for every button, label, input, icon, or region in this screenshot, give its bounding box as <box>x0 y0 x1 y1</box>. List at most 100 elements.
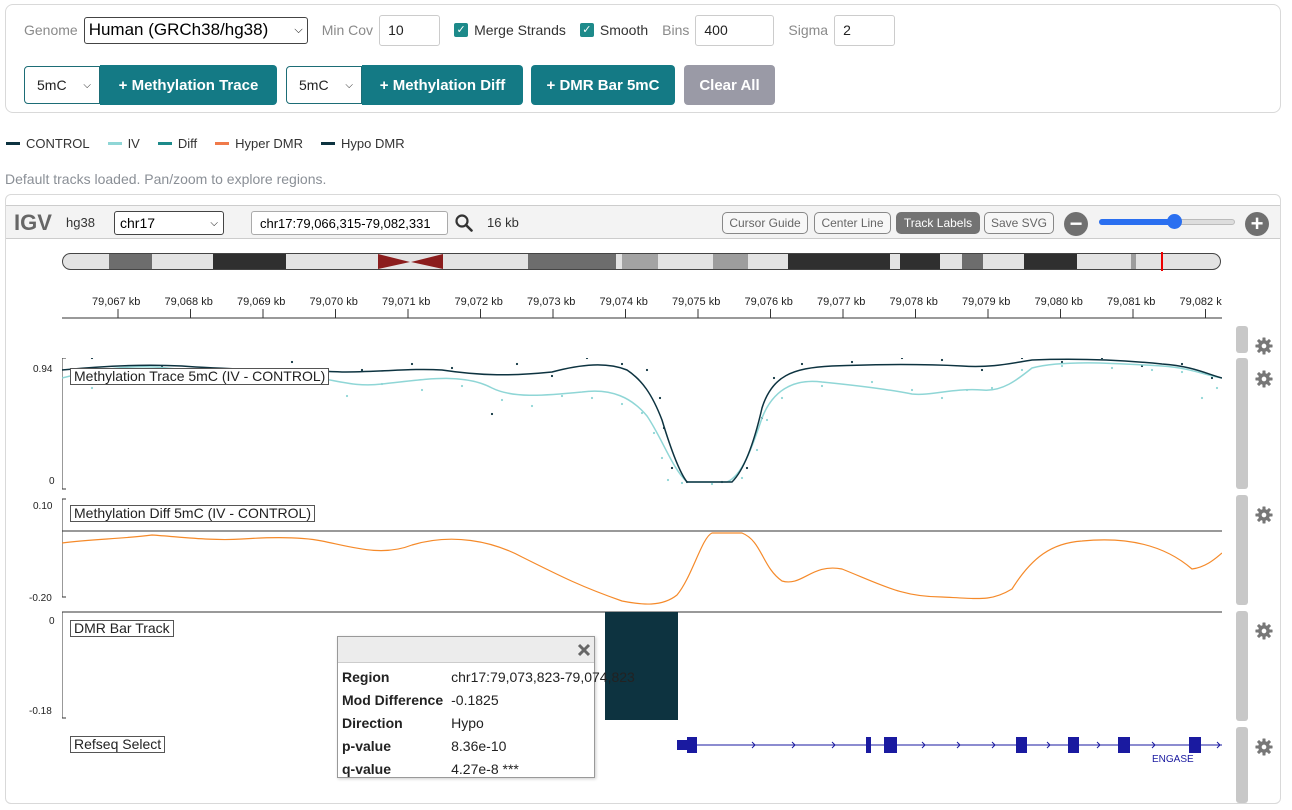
gear-icon[interactable] <box>1255 622 1273 640</box>
dmr-track-label[interactable]: DMR Bar Track <box>70 620 174 637</box>
ruler-tick-label: 79,081 kb <box>1107 296 1155 308</box>
diff-ymax: 0.10 <box>33 501 53 512</box>
ruler-tick-label: 79,069 kb <box>237 296 285 308</box>
popup-key: q-value <box>342 760 392 777</box>
popup-key: Direction <box>342 714 403 731</box>
legend-label: Hypo DMR <box>341 136 405 151</box>
legend-label: CONTROL <box>26 136 90 151</box>
ruler-tick-label: 79,070 kb <box>310 296 358 308</box>
legend-swatch <box>6 142 20 145</box>
legend-swatch <box>321 142 336 145</box>
diff-track-label[interactable]: Methylation Diff 5mC (IV - CONTROL) <box>70 505 316 522</box>
gear-icon[interactable] <box>1255 738 1273 756</box>
center-line-button[interactable]: Center Line <box>814 212 891 234</box>
window-width: 16 kb <box>487 215 519 230</box>
chevron-down-icon: ⌵ <box>210 217 218 229</box>
ruler-tick-label: 79,082 kb <box>1180 296 1223 308</box>
chevron-down-icon: ⌵ <box>294 23 303 36</box>
gear-icon[interactable] <box>1255 370 1273 388</box>
dmr-track-scrollbar[interactable] <box>1236 611 1248 721</box>
chevron-down-icon: ⌵ <box>83 79 91 91</box>
diff-mod-select[interactable]: 5mC ⌵ <box>286 66 362 104</box>
smooth-label: Smooth <box>599 22 649 38</box>
close-icon[interactable] <box>576 642 592 658</box>
ruler-tick-label: 79,079 kb <box>962 296 1010 308</box>
ruler-tick-label: 79,071 kb <box>382 296 430 308</box>
ruler-tick-label: 79,077 kb <box>817 296 865 308</box>
ruler-tick-label: 79,068 kb <box>165 296 213 308</box>
sigma-input[interactable]: 2 <box>834 14 896 46</box>
dmr-ymax: 0 <box>49 616 55 627</box>
igv-navbar: IGV hg38 chr17 ⌵ chr17:79,066,315-79,082… <box>6 205 1280 239</box>
zoom-out-button[interactable]: − <box>1064 212 1088 236</box>
trace-track-label[interactable]: Methylation Trace 5mC (IV - CONTROL) <box>70 368 330 385</box>
trace-mod-value: 5mC <box>37 77 67 93</box>
genome-label: Genome <box>24 22 78 38</box>
merge-strands-checkbox[interactable]: ✓ <box>454 23 469 37</box>
status-message: Default tracks loaded. Pan/zoom to explo… <box>5 171 327 187</box>
chromosome-ideogram[interactable] <box>62 252 1222 272</box>
refseq-track-label[interactable]: Refseq Select <box>70 736 166 753</box>
ruler-tick-label: 79,078 kb <box>890 296 938 308</box>
add-dmr-bar-button[interactable]: + DMR Bar 5mC <box>531 65 675 105</box>
bins-label: Bins <box>662 22 690 38</box>
locus-input[interactable]: chr17:79,066,315-79,082,331 <box>251 211 448 235</box>
legend-swatch <box>107 142 122 145</box>
ruler-tick-label: 79,072 kb <box>455 296 503 308</box>
settings-row: Genome Human (GRCh38/hg38) ⌵ Min Cov 10 … <box>24 14 909 46</box>
refseq-track-scrollbar[interactable] <box>1236 727 1248 803</box>
igv-browser: IGV hg38 chr17 ⌵ chr17:79,066,315-79,082… <box>5 194 1281 804</box>
track-scrollbar[interactable] <box>1236 326 1248 353</box>
legend-item-diff: Diff <box>157 136 197 151</box>
chromosome-select[interactable]: chr17 ⌵ <box>114 211 224 235</box>
mincov-input[interactable]: 10 <box>379 14 441 46</box>
sigma-label: Sigma <box>788 22 829 38</box>
diff-track-scrollbar[interactable] <box>1236 495 1248 605</box>
search-icon[interactable] <box>455 214 473 232</box>
gear-icon[interactable] <box>1255 506 1273 524</box>
diff-line <box>62 532 1222 605</box>
trace-ymin: 0 <box>49 476 55 487</box>
diff-mod-value: 5mC <box>299 77 329 93</box>
mincov-label: Min Cov <box>321 22 374 38</box>
legend-item-hyper-dmr: Hyper DMR <box>215 136 303 151</box>
chromosome-value: chr17 <box>120 215 156 231</box>
bins-input[interactable]: 400 <box>695 14 775 46</box>
zoom-in-button[interactable]: + <box>1245 212 1269 236</box>
cursor-guide-button[interactable]: Cursor Guide <box>722 212 808 234</box>
popup-titlebar[interactable] <box>338 637 594 663</box>
ruler-tick-label: 79,074 kb <box>600 296 648 308</box>
dmr-popup: Region chr17:79,073,823-79,074,823 Mod Di… <box>337 636 635 778</box>
popup-value: 8.36e-10 <box>451 737 507 754</box>
add-methylation-diff-button[interactable]: + Methylation Diff <box>362 65 523 105</box>
igv-logo: IGV <box>14 210 52 235</box>
gear-icon[interactable] <box>1255 337 1273 355</box>
smooth-checkbox[interactable]: ✓ <box>579 23 594 37</box>
popup-value: 4.27e-8 *** <box>451 760 519 777</box>
add-methylation-trace-button[interactable]: + Methylation Trace <box>100 65 277 105</box>
genome-select[interactable]: Human (GRCh38/hg38) ⌵ <box>83 16 308 44</box>
legend-label: IV <box>127 136 140 151</box>
legend-label: Hyper DMR <box>235 136 304 151</box>
legend: CONTROL IV Diff Hyper DMR Hypo DMR <box>6 136 423 151</box>
popup-key: p-value <box>342 737 392 754</box>
popup-row: q-value 4.27e-8 *** <box>342 757 643 780</box>
zoom-slider-handle[interactable] <box>1166 214 1182 229</box>
legend-item-hypo-dmr: Hypo DMR <box>321 136 405 151</box>
merge-strands-label: Merge Strands <box>474 22 566 38</box>
popup-row: Region chr17:79,073,823-79,074,823 <box>342 665 643 688</box>
ruler-tick-label: 79,080 kb <box>1035 296 1083 308</box>
gene-label[interactable]: ENGASE <box>1152 754 1194 765</box>
genomic-ruler[interactable]: 79,067 kb 79,068 kb 79,069 kb 79,070 kb 79,0… <box>62 295 1222 319</box>
legend-item-iv: IV <box>107 136 140 151</box>
ruler-tick-label: 79,067 kb <box>92 296 140 308</box>
save-svg-button[interactable]: Save SVG <box>984 212 1054 234</box>
clear-all-button[interactable]: Clear All <box>684 65 775 105</box>
trace-mod-select[interactable]: 5mC ⌵ <box>24 66 100 104</box>
popup-key: Mod Difference <box>342 691 444 708</box>
legend-swatch <box>157 142 172 145</box>
popup-table: Region chr17:79,073,823-79,074,823 Mod Di… <box>342 665 643 780</box>
trace-track-scrollbar[interactable] <box>1236 358 1248 489</box>
dmr-ymin: -0.18 <box>29 706 52 717</box>
track-labels-button[interactable]: Track Labels <box>896 212 980 234</box>
